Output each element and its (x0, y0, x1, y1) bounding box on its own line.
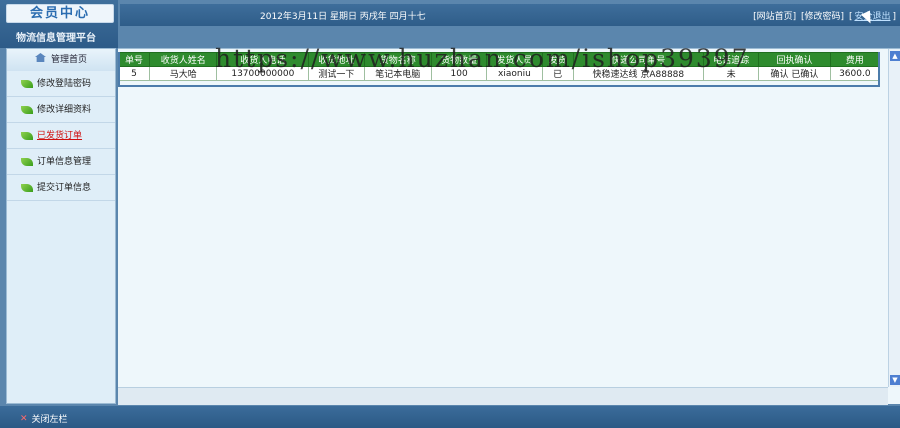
col-header-quantity: 货物数量 (430, 52, 488, 67)
sidebar: 管理首页 修改登陆密码 修改详细资料 已发货订单 订单信息管理 提交订单信息 (6, 48, 116, 404)
leaf-icon (21, 105, 33, 114)
footer-bar: ✕ 关闭左栏 (0, 406, 900, 428)
change-password-link[interactable]: [修改密码] (801, 12, 844, 22)
cell-receiver-name: 马大哈 (149, 66, 218, 81)
col-header-phone-track: 电话追踪 (702, 52, 760, 67)
platform-title: 物流信息管理平台 (16, 33, 96, 44)
cell-quantity: 100 (430, 66, 488, 81)
sidebar-item-label: 已发货订单 (37, 130, 83, 141)
table-row: 5 马大哈 13700000000 测试一下 笔记本电脑 100 xiaoniu… (117, 66, 881, 81)
leaf-icon (21, 183, 33, 192)
header: 会员中心 物流信息管理平台 2012年3月11日 星期日 丙戌年 四月十七 [网… (0, 0, 900, 48)
sidebar-item-label: 订单信息管理 (37, 156, 92, 167)
top-bar: 2012年3月11日 星期日 丙戌年 四月十七 [网站首页] [修改密码] [安… (120, 4, 900, 26)
cell-receipt[interactable]: 确认 已确认 (758, 66, 831, 81)
col-header-receipt: 回执确认 (758, 52, 831, 67)
cell-order-no: 5 (117, 66, 151, 81)
logo-area: 会员中心 物流信息管理平台 (0, 0, 118, 48)
col-header-fee: 费用 (829, 52, 881, 67)
sidebar-home[interactable]: 管理首页 (7, 49, 115, 71)
sidebar-item-label: 修改登陆密码 (37, 78, 92, 89)
vertical-scrollbar[interactable]: ▲ ▼ (888, 49, 900, 387)
col-header-receiver-phone: 收货人电话 (216, 52, 310, 67)
logo: 会员中心 (6, 4, 114, 23)
sidebar-item-submit-order[interactable]: 提交订单信息 (7, 175, 115, 201)
col-header-goods-name: 货物名称 (363, 52, 432, 67)
close-left-label: 关闭左栏 (31, 415, 68, 425)
logout-bracket-open: [ (848, 12, 853, 22)
scroll-down-icon[interactable]: ▼ (890, 375, 900, 385)
sidebar-item-edit-profile[interactable]: 修改详细资料 (7, 97, 115, 123)
sidebar-item-label: 修改详细资料 (37, 104, 92, 115)
orders-table: 单号 收货人姓名 收货人电话 收货地址 货物名称 货物数量 发货人员 发货 快递… (117, 52, 881, 81)
cell-fee: 3600.0 (829, 66, 881, 81)
leaf-icon (21, 157, 33, 166)
leaf-icon (21, 79, 33, 88)
table-header-row: 单号 收货人姓名 收货人电话 收货地址 货物名称 货物数量 发货人员 发货 快递… (117, 52, 881, 67)
house-icon (34, 53, 46, 62)
col-header-order-no: 单号 (117, 52, 151, 67)
cell-receiver-phone: 13700000000 (216, 66, 310, 81)
cell-shipped: 已 (541, 66, 574, 81)
logout-bracket-close: ] (892, 12, 896, 22)
content-bottom-strip (118, 387, 888, 405)
leaf-icon (21, 131, 33, 140)
scroll-up-icon[interactable]: ▲ (890, 51, 900, 61)
main-content: 单号 收货人姓名 收货人电话 收货地址 货物名称 货物数量 发货人员 发货 快递… (117, 48, 900, 405)
sidebar-item-shipped-orders[interactable]: 已发货订单 (7, 123, 115, 149)
cell-goods-name: 笔记本电脑 (363, 66, 432, 81)
close-x-icon: ✕ (20, 413, 28, 424)
sidebar-item-change-password[interactable]: 修改登陆密码 (7, 71, 115, 97)
cell-courier: 快稳速达线 京A88888 (572, 66, 705, 81)
col-header-sender: 发货人员 (486, 52, 543, 67)
cell-phone-track[interactable]: 未 (702, 66, 760, 81)
site-home-link[interactable]: [网站首页] (753, 12, 796, 22)
sidebar-item-order-management[interactable]: 订单信息管理 (7, 149, 115, 175)
cell-sender: xiaoniu (486, 66, 543, 81)
sidebar-item-label: 提交订单信息 (37, 182, 92, 193)
sidebar-home-label: 管理首页 (50, 55, 87, 65)
date-text: 2012年3月11日 星期日 丙戌年 四月十七 (260, 12, 426, 22)
col-header-receiver-name: 收货人姓名 (149, 52, 218, 67)
col-header-address: 收货地址 (308, 52, 365, 67)
close-left-panel-button[interactable]: ✕ 关闭左栏 (20, 412, 68, 426)
col-header-courier: 快递公司单号 (572, 52, 705, 67)
cell-address: 测试一下 (308, 66, 365, 81)
col-header-shipped: 发货 (541, 52, 574, 67)
